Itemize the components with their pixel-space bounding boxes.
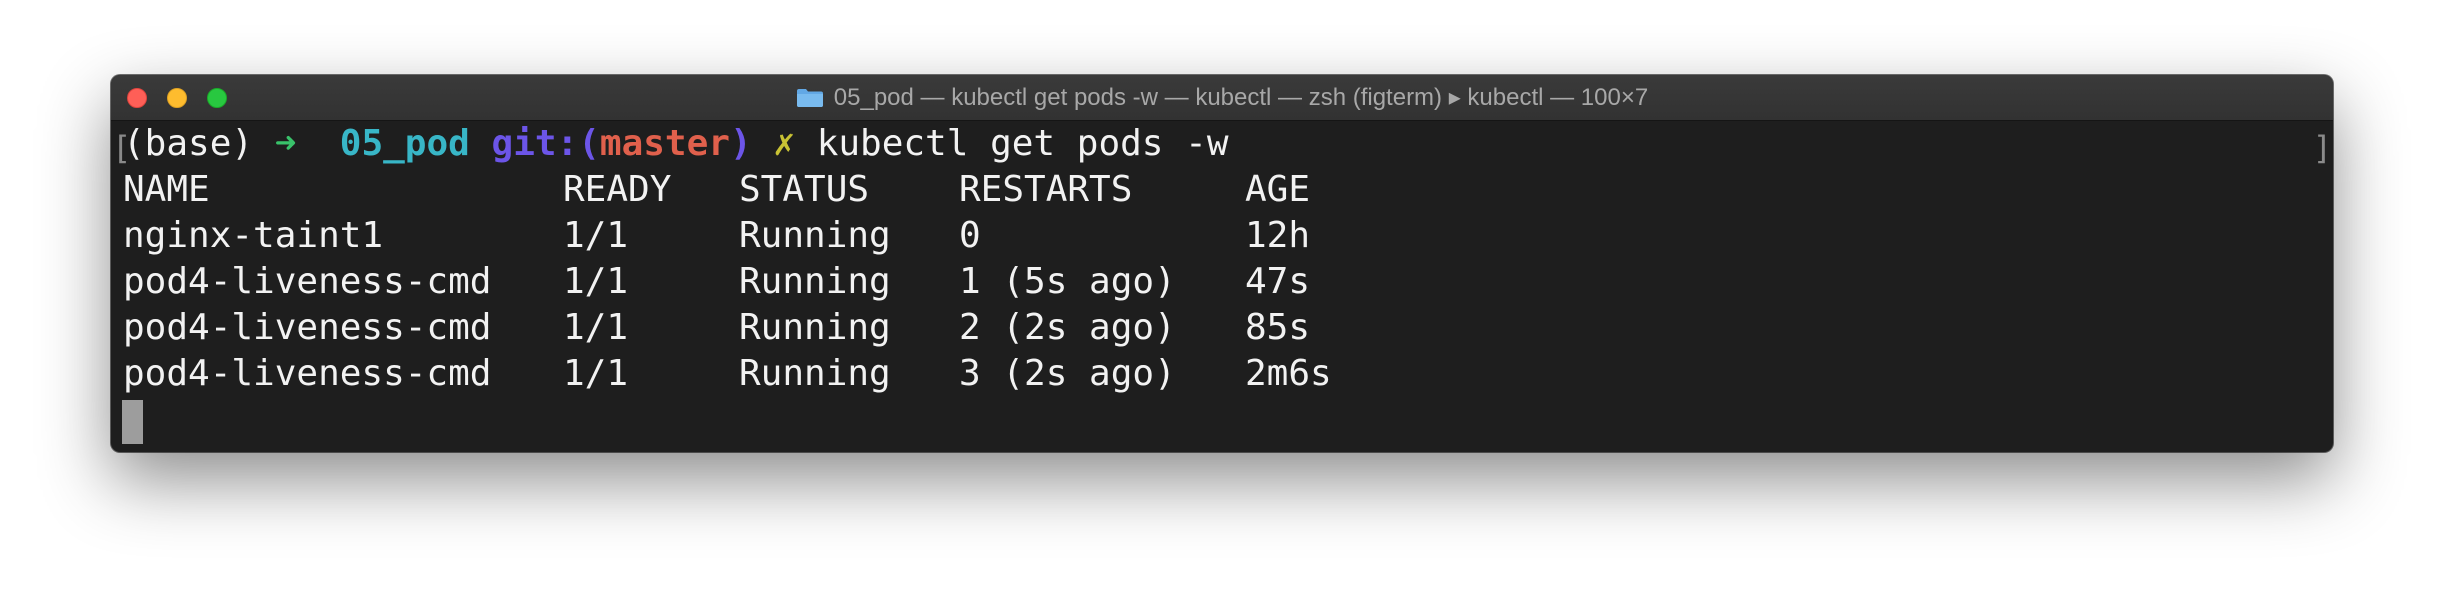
- prompt-directory: 05_pod: [339, 123, 470, 164]
- pod-age: 85s: [1245, 307, 1311, 348]
- dirty-mark-icon: ✗: [773, 123, 795, 164]
- window-title: 05_pod — kubectl get pods -w — kubectl —…: [111, 75, 2333, 120]
- conda-env: (base): [123, 123, 254, 164]
- table-header-row: NAME READY STATUS RESTARTS AGE: [123, 167, 1310, 213]
- prompt-arrow-icon: ➜: [274, 123, 297, 164]
- pod-restarts: 1 (5s ago): [959, 261, 1176, 302]
- pod-status: Running: [739, 261, 891, 302]
- terminal-cursor: [122, 400, 143, 444]
- right-scroll-bracket: ]: [2312, 129, 2332, 167]
- header-status: STATUS: [739, 169, 870, 210]
- pod-ready: 1/1: [563, 215, 629, 256]
- table-row: pod4-liveness-cmd 1/1 Running 1 (5s ago)…: [123, 259, 1310, 305]
- pod-name: pod4-liveness-cmd: [123, 261, 492, 302]
- header-ready: READY: [563, 169, 672, 210]
- pod-ready: 1/1: [563, 353, 629, 394]
- window-title-text: 05_pod — kubectl get pods -w — kubectl —…: [833, 84, 1649, 111]
- table-row: pod4-liveness-cmd 1/1 Running 3 (2s ago)…: [123, 351, 1332, 397]
- terminal-content[interactable]: [ ] (base) ➜ 05_pod git:(master) ✗ kubec…: [111, 121, 2333, 452]
- prompt-line: (base) ➜ 05_pod git:(master) ✗ kubectl g…: [123, 121, 1229, 167]
- table-row: pod4-liveness-cmd 1/1 Running 2 (2s ago)…: [123, 305, 1310, 351]
- git-label-close: ): [729, 123, 752, 164]
- command-text: kubectl get pods -w: [816, 123, 1229, 164]
- title-bar[interactable]: 05_pod — kubectl get pods -w — kubectl —…: [111, 75, 2333, 121]
- pod-name: pod4-liveness-cmd: [123, 307, 492, 348]
- pod-status: Running: [739, 307, 891, 348]
- header-age: AGE: [1245, 169, 1311, 210]
- header-restarts: RESTARTS: [959, 169, 1133, 210]
- pod-name: pod4-liveness-cmd: [123, 353, 492, 394]
- pod-restarts: 3 (2s ago): [959, 353, 1176, 394]
- pod-age: 47s: [1245, 261, 1311, 302]
- git-label: git:(: [491, 123, 600, 164]
- pod-status: Running: [739, 353, 891, 394]
- pod-ready: 1/1: [563, 261, 629, 302]
- pod-status: Running: [739, 215, 891, 256]
- table-row: nginx-taint1 1/1 Running 0 12h: [123, 213, 1310, 259]
- pod-name: nginx-taint1: [123, 215, 384, 256]
- pod-restarts: 0: [959, 215, 981, 256]
- git-branch: master: [599, 123, 730, 164]
- pod-age: 2m6s: [1245, 353, 1332, 394]
- terminal-window: 05_pod — kubectl get pods -w — kubectl —…: [111, 75, 2333, 452]
- pod-restarts: 2 (2s ago): [959, 307, 1176, 348]
- folder-icon: [796, 88, 823, 107]
- header-name: NAME: [123, 169, 210, 210]
- pod-age: 12h: [1245, 215, 1311, 256]
- pod-ready: 1/1: [563, 307, 629, 348]
